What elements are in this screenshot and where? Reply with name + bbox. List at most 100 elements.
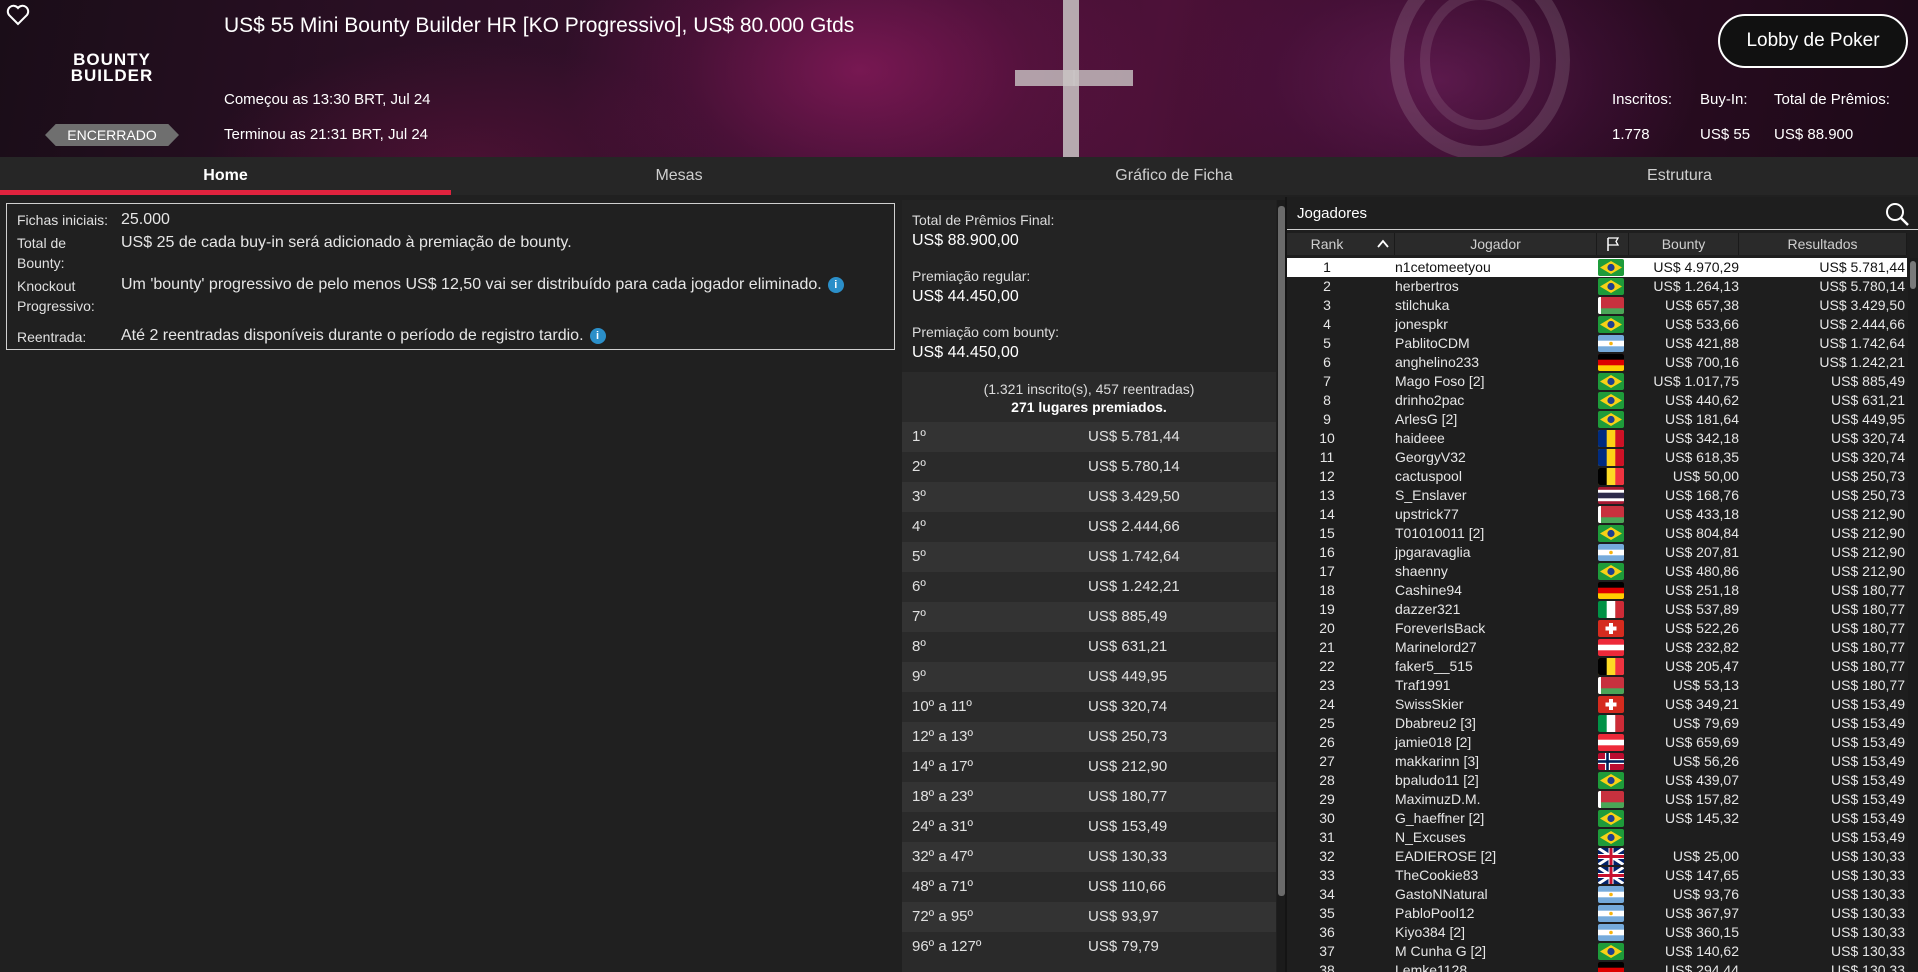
player-bounty: US$ 4.970,29: [1653, 259, 1739, 275]
player-row[interactable]: 25 Dbabreu2 [3] US$ 79,69 US$ 153,49: [1287, 714, 1907, 733]
players-title: Jogadores: [1297, 205, 1368, 222]
player-row[interactable]: 22 faker5__515 US$ 205,47 US$ 180,77: [1287, 657, 1907, 676]
player-row[interactable]: 23 Traf1991 US$ 53,13 US$ 180,77: [1287, 676, 1907, 695]
player-rank: 28: [1319, 772, 1335, 788]
player-name: jonespkr: [1395, 316, 1448, 332]
player-row[interactable]: 14 upstrick77 US$ 433,18 US$ 212,90: [1287, 505, 1907, 524]
player-result: US$ 153,49: [1831, 810, 1905, 826]
player-row[interactable]: 26 jamie018 [2] US$ 659,69 US$ 153,49: [1287, 733, 1907, 752]
prize-place: 24º a 31º: [912, 818, 974, 835]
tab-structure[interactable]: Estrutura: [1441, 157, 1918, 195]
player-rank: 2: [1323, 278, 1331, 294]
player-column-header[interactable]: Jogador: [1395, 233, 1597, 255]
player-name: makkarinn [3]: [1395, 753, 1480, 769]
player-name: Cashine94: [1395, 582, 1462, 598]
player-bounty: US$ 439,07: [1665, 772, 1739, 788]
bounty-column-header[interactable]: Bounty: [1629, 233, 1739, 255]
player-row[interactable]: 29 MaximuzD.M. US$ 157,82 US$ 153,49: [1287, 790, 1907, 809]
prize-row: 48º a 71º US$ 110,66: [902, 872, 1276, 902]
player-row[interactable]: 21 Marinelord27 US$ 232,82 US$ 180,77: [1287, 638, 1907, 657]
active-tab-indicator: [0, 190, 451, 195]
player-row[interactable]: 28 bpaludo11 [2] US$ 439,07 US$ 153,49: [1287, 771, 1907, 790]
player-row[interactable]: 1 n1cetomeetyou US$ 4.970,29 US$ 5.781,44: [1287, 258, 1907, 277]
info-icon[interactable]: i: [589, 328, 606, 344]
player-row[interactable]: 36 Kiyo384 [2] US$ 360,15 US$ 130,33: [1287, 923, 1907, 942]
player-bounty: US$ 25,00: [1672, 848, 1739, 864]
player-row[interactable]: 31 N_Excuses US$ 153,49: [1287, 828, 1907, 847]
prize-row: 8º US$ 631,21: [902, 632, 1276, 662]
player-row[interactable]: 7 Mago Foso [2] US$ 1.017,75 US$ 885,49: [1287, 372, 1907, 391]
bounty-total-label: Total de Bounty:: [17, 235, 67, 271]
prize-place: 5º: [912, 548, 926, 565]
player-row[interactable]: 27 makkarinn [3] US$ 56,26 US$ 153,49: [1287, 752, 1907, 771]
player-result: US$ 130,33: [1831, 924, 1905, 940]
player-result: US$ 250,73: [1831, 468, 1905, 484]
player-row[interactable]: 11 GeorgyV32 US$ 618,35 US$ 320,74: [1287, 448, 1907, 467]
player-result: US$ 153,49: [1831, 791, 1905, 807]
players-scrollbar[interactable]: [1908, 258, 1918, 972]
player-row[interactable]: 2 herbertros US$ 1.264,13 US$ 5.780,14: [1287, 277, 1907, 296]
player-row[interactable]: 10 haideee US$ 342,18 US$ 320,74: [1287, 429, 1907, 448]
prize-amount: US$ 5.780,14: [1088, 458, 1180, 475]
player-name: jamie018 [2]: [1395, 734, 1472, 750]
player-row[interactable]: 4 jonespkr US$ 533,66 US$ 2.444,66: [1287, 315, 1907, 334]
player-bounty: US$ 360,15: [1665, 924, 1739, 940]
player-row[interactable]: 19 dazzer321 US$ 537,89 US$ 180,77: [1287, 600, 1907, 619]
player-row[interactable]: 13 S_Enslaver US$ 168,76 US$ 250,73: [1287, 486, 1907, 505]
prize-row: 3º US$ 3.429,50: [902, 482, 1276, 512]
player-result: US$ 130,33: [1831, 943, 1905, 959]
player-rank: 10: [1319, 430, 1335, 446]
prize-place: 3º: [912, 488, 926, 505]
player-row[interactable]: 38 Lemke1128 US$ 294,44 US$ 130,33: [1287, 961, 1907, 972]
search-icon[interactable]: [1884, 201, 1910, 227]
favorite-heart-icon[interactable]: [6, 4, 30, 26]
player-row[interactable]: 9 ArlesG [2] US$ 181,64 US$ 449,95: [1287, 410, 1907, 429]
player-row[interactable]: 18 Cashine94 US$ 251,18 US$ 180,77: [1287, 581, 1907, 600]
player-row[interactable]: 34 GastoNNatural US$ 93,76 US$ 130,33: [1287, 885, 1907, 904]
player-row[interactable]: 12 cactuspool US$ 50,00 US$ 250,73: [1287, 467, 1907, 486]
prize-amount: US$ 79,79: [1088, 938, 1159, 955]
player-result: US$ 180,77: [1831, 620, 1905, 636]
results-column-header[interactable]: Resultados: [1739, 233, 1907, 255]
sort-ascending-icon[interactable]: [1375, 236, 1391, 252]
player-name: EADIEROSE [2]: [1395, 848, 1497, 864]
final-prize-value: US$ 88.900,00: [912, 232, 1019, 249]
player-row[interactable]: 30 G_haeffner [2] US$ 145,32 US$ 153,49: [1287, 809, 1907, 828]
player-result: US$ 3.429,50: [1819, 297, 1905, 313]
player-bounty: US$ 657,38: [1665, 297, 1739, 313]
player-row[interactable]: 37 M Cunha G [2] US$ 140,62 US$ 130,33: [1287, 942, 1907, 961]
player-name: T01010011 [2]: [1395, 525, 1485, 541]
player-row[interactable]: 3 stilchuka US$ 657,38 US$ 3.429,50: [1287, 296, 1907, 315]
final-prize-label: Total de Prêmios Final:: [912, 212, 1055, 228]
player-rank: 33: [1319, 867, 1335, 883]
player-result: US$ 180,77: [1831, 582, 1905, 598]
tournament-title: US$ 55 Mini Bounty Builder HR [KO Progre…: [224, 14, 855, 37]
player-result: US$ 180,77: [1831, 677, 1905, 693]
player-row[interactable]: 20 ForeverIsBack US$ 522,26 US$ 180,77: [1287, 619, 1907, 638]
player-rank: 24: [1319, 696, 1335, 712]
player-name: GastoNNatural: [1395, 886, 1488, 902]
tab-tables[interactable]: Mesas: [451, 157, 907, 195]
poker-lobby-button[interactable]: Lobby de Poker: [1718, 14, 1908, 68]
player-row[interactable]: 16 jpgaravaglia US$ 207,81 US$ 212,90: [1287, 543, 1907, 562]
player-row[interactable]: 24 SwissSkier US$ 349,21 US$ 153,49: [1287, 695, 1907, 714]
player-row[interactable]: 32 EADIEROSE [2] US$ 25,00 US$ 130,33: [1287, 847, 1907, 866]
player-row[interactable]: 15 T01010011 [2] US$ 804,84 US$ 212,90: [1287, 524, 1907, 543]
player-row[interactable]: 8 drinho2pac US$ 440,62 US$ 631,21: [1287, 391, 1907, 410]
starting-chips-label: Fichas iniciais:: [17, 212, 109, 228]
tab-chip-chart[interactable]: Gráfico de Ficha: [907, 157, 1441, 195]
prize-place: 14º a 17º: [912, 758, 974, 775]
player-row[interactable]: 5 PablitoCDM US$ 421,88 US$ 1.742,64: [1287, 334, 1907, 353]
player-rank: 37: [1319, 943, 1335, 959]
player-name: dazzer321: [1395, 601, 1461, 617]
player-bounty: US$ 140,62: [1665, 943, 1739, 959]
info-icon[interactable]: i: [827, 277, 844, 293]
player-row[interactable]: 17 shaenny US$ 480,86 US$ 212,90: [1287, 562, 1907, 581]
prize-amount: US$ 885,49: [1088, 608, 1168, 625]
player-rank: 12: [1319, 468, 1335, 484]
player-row[interactable]: 35 PabloPool12 US$ 367,97 US$ 130,33: [1287, 904, 1907, 923]
player-name: haideee: [1395, 430, 1445, 446]
player-bounty: US$ 181,64: [1665, 411, 1739, 427]
player-row[interactable]: 6 anghelino233 US$ 700,16 US$ 1.242,21: [1287, 353, 1907, 372]
player-row[interactable]: 33 TheCookie83 US$ 147,65 US$ 130,33: [1287, 866, 1907, 885]
